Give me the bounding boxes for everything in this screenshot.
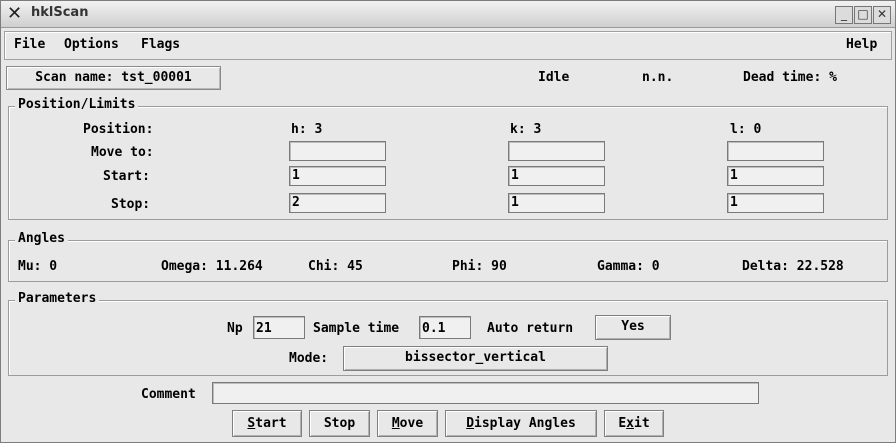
- menu-flags[interactable]: Flags: [141, 37, 180, 52]
- l-current: l: 0: [730, 122, 762, 137]
- l-start-field[interactable]: 1: [727, 166, 824, 186]
- h-move-to-field[interactable]: [289, 141, 386, 161]
- k-stop-field[interactable]: 1: [508, 193, 605, 213]
- l-stop-field[interactable]: 1: [727, 193, 824, 213]
- app-window: ✕ hklScan _ □ ✕ File Options Flags Help …: [0, 0, 896, 443]
- omega-value: Omega: 11.264: [161, 259, 263, 274]
- comment-label: Comment: [141, 387, 196, 402]
- exit-button-pre: E: [618, 416, 627, 431]
- auto-return-label: Auto return: [487, 321, 574, 336]
- dead-time: Dead time: %: [743, 70, 837, 85]
- start-button[interactable]: Start: [232, 410, 302, 437]
- stop-row-label: Stop:: [111, 197, 151, 212]
- move-button[interactable]: Move: [377, 410, 438, 437]
- comment-field[interactable]: [212, 382, 759, 404]
- window-title: hklScan: [31, 5, 89, 20]
- move-button-post: ove: [399, 416, 424, 431]
- move-button-mnemonic: M: [391, 416, 400, 431]
- scan-state: Idle: [538, 70, 570, 85]
- start-row-label: Start:: [103, 169, 150, 184]
- h-current: h: 3: [291, 122, 323, 137]
- scan-name-label: Scan name: tst_00001: [6, 66, 221, 90]
- np-label: Np: [227, 321, 243, 336]
- parameters-title: Parameters: [15, 291, 100, 306]
- sample-time-field[interactable]: 0.1: [419, 316, 471, 339]
- k-start-field[interactable]: 1: [508, 166, 605, 186]
- exit-button-post: it: [634, 416, 650, 431]
- minimize-button[interactable]: _: [835, 6, 853, 24]
- mode-select[interactable]: bissector_vertical: [343, 346, 608, 371]
- k-move-to-field[interactable]: [508, 141, 605, 161]
- x-logo-icon: ✕: [7, 3, 23, 24]
- stop-button[interactable]: Stop: [309, 410, 370, 437]
- sample-time-label: Sample time: [313, 321, 400, 336]
- start-button-post: tart: [255, 416, 287, 431]
- np-field[interactable]: 21: [253, 316, 305, 339]
- auto-return-toggle[interactable]: Yes: [595, 315, 671, 340]
- h-stop-field[interactable]: 2: [289, 193, 386, 213]
- menu-bar: File Options Flags Help: [4, 31, 892, 60]
- maximize-button[interactable]: □: [854, 6, 872, 24]
- phi-value: Phi: 90: [452, 259, 507, 274]
- h-start-field[interactable]: 1: [289, 166, 386, 186]
- angles-title: Angles: [15, 231, 68, 246]
- display-angles-button-post: isplay Angles: [474, 416, 576, 431]
- mode-label: Mode:: [289, 351, 329, 366]
- gamma-value: Gamma: 0: [597, 259, 660, 274]
- exit-button-mnemonic: x: [626, 416, 634, 431]
- title-bar[interactable]: ✕ hklScan _ □ ✕: [1, 1, 895, 28]
- display-angles-button-mnemonic: D: [466, 416, 475, 431]
- close-button[interactable]: ✕: [873, 6, 891, 24]
- mu-value: Mu: 0: [18, 259, 58, 274]
- l-move-to-field[interactable]: [727, 141, 824, 161]
- menu-help[interactable]: Help: [846, 37, 877, 52]
- exit-button[interactable]: Exit: [604, 410, 664, 437]
- delta-value: Delta: 22.528: [742, 259, 844, 274]
- menu-options[interactable]: Options: [64, 37, 119, 52]
- chi-value: Chi: 45: [308, 259, 363, 274]
- display-angles-button[interactable]: Display Angles: [445, 410, 597, 437]
- move-to-row-label: Move to:: [91, 145, 154, 160]
- position-row-label: Position:: [83, 122, 154, 137]
- position-limits-title: Position/Limits: [15, 97, 139, 112]
- nn-label: n.n.: [642, 70, 674, 85]
- k-current: k: 3: [510, 122, 542, 137]
- menu-file[interactable]: File: [14, 37, 45, 52]
